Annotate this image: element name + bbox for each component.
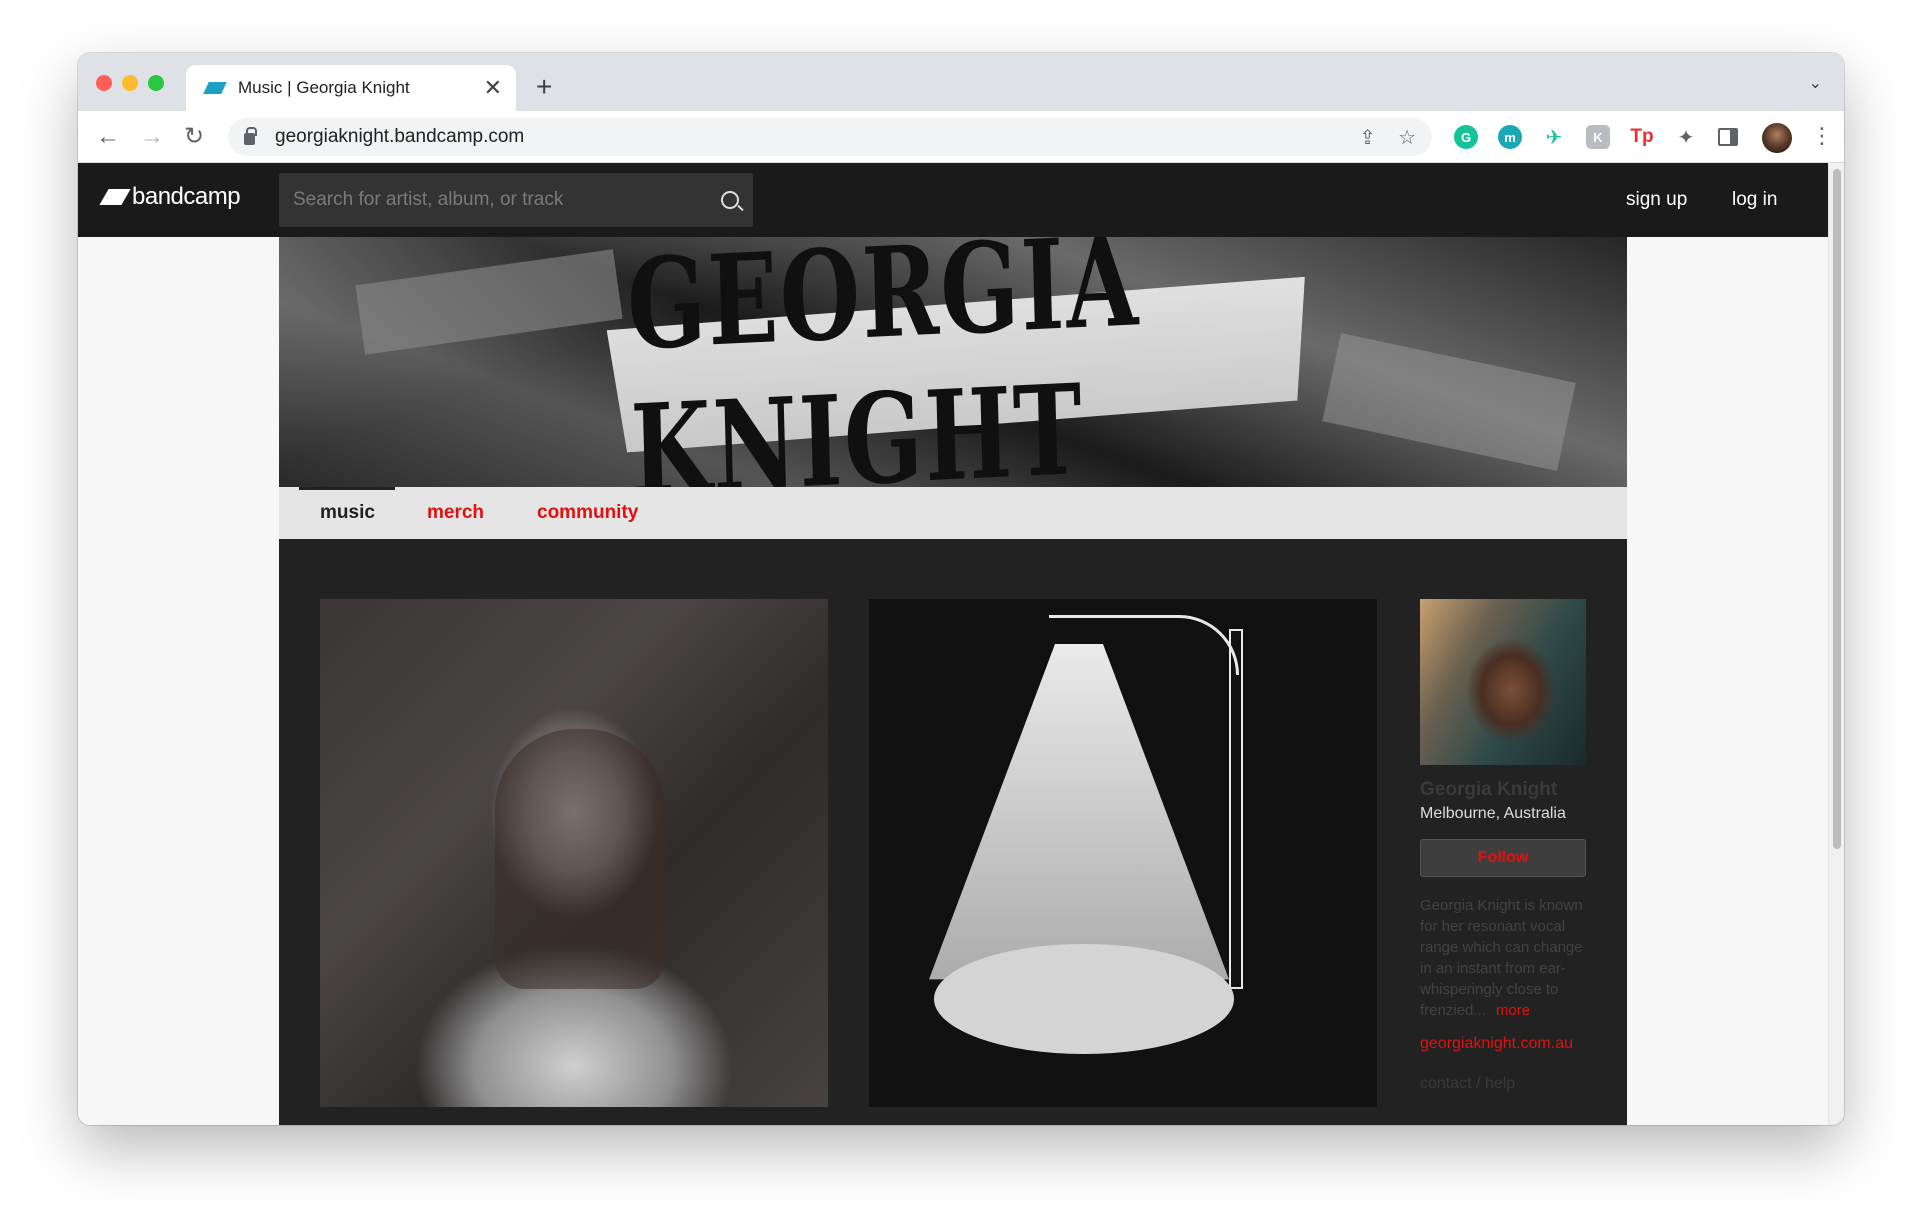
album-cover-portrait[interactable] (320, 599, 828, 1107)
grammarly-icon[interactable]: G (1454, 125, 1478, 149)
browser-tab-active[interactable]: Music | Georgia Knight ✕ (186, 65, 516, 111)
tab-search-chevron-icon[interactable]: ⌄ (1809, 73, 1822, 93)
address-bar[interactable]: georgiaknight.bandcamp.com ⇪ ☆ (228, 118, 1432, 156)
page-viewport: bandcamp sign up log in GEORGIA KNIGHT m… (78, 163, 1844, 1125)
log-in-link[interactable]: log in (1732, 189, 1777, 211)
tab-music[interactable]: music (320, 502, 375, 524)
banner-collage-shard (1322, 333, 1576, 471)
new-tab-button[interactable]: + (536, 71, 552, 103)
forward-button[interactable]: → (140, 123, 164, 151)
share-icon[interactable]: ⇪ (1359, 125, 1376, 150)
bandcamp-logo-icon (99, 189, 131, 205)
album-cover-streetlight[interactable] (869, 599, 1377, 1107)
back-button[interactable]: ← (96, 123, 120, 151)
bandcamp-search (279, 173, 753, 227)
artist-sidebar: Georgia Knight Melbourne, Australia Foll… (1420, 599, 1586, 1093)
bandcamp-header: bandcamp sign up log in (78, 163, 1828, 237)
artist-photo[interactable] (1420, 599, 1586, 765)
browser-menu-icon[interactable]: ⋮ (1811, 123, 1833, 149)
light-pool (934, 944, 1234, 1054)
scrollbar-thumb[interactable] (1833, 169, 1841, 849)
artist-website-link[interactable]: georgiaknight.com.au (1420, 1035, 1586, 1053)
lock-icon[interactable] (244, 127, 257, 145)
bandcamp-logo[interactable]: bandcamp (99, 183, 241, 211)
artist-bio-text: Georgia Knight is known for her resonant… (1420, 897, 1583, 1019)
active-tab-indicator (299, 487, 395, 490)
bookmark-star-icon[interactable]: ☆ (1398, 125, 1416, 150)
tab-merch[interactable]: merch (427, 502, 484, 524)
maximize-window-button[interactable] (148, 75, 164, 91)
m-extension-icon[interactable]: m (1498, 125, 1522, 149)
bio-more-link[interactable]: more (1496, 1002, 1530, 1019)
artist-bio: Georgia Knight is known for her resonant… (1420, 895, 1586, 1021)
title-bar: Music | Georgia Knight ✕ + ⌄ (78, 53, 1844, 111)
url-text[interactable]: georgiaknight.bandcamp.com (275, 126, 1337, 148)
album-cover-figure (495, 729, 665, 989)
reload-button[interactable]: ↻ (184, 123, 204, 151)
contact-help-link[interactable]: contact / help (1420, 1075, 1586, 1093)
artist-banner[interactable]: GEORGIA KNIGHT (279, 237, 1627, 487)
bandcamp-logo-text: bandcamp (132, 183, 241, 210)
close-window-button[interactable] (96, 75, 112, 91)
search-icon[interactable] (721, 191, 739, 209)
side-panel-icon[interactable] (1718, 128, 1738, 146)
bird-extension-icon[interactable]: ✈ (1542, 125, 1566, 149)
sign-up-link[interactable]: sign up (1626, 189, 1687, 211)
k-extension-icon[interactable]: K (1586, 125, 1610, 149)
bandcamp-favicon-icon (203, 82, 227, 94)
artist-nav: music merch community (279, 487, 1627, 539)
minimize-window-button[interactable] (122, 75, 138, 91)
artist-location: Melbourne, Australia (1420, 805, 1566, 822)
tab-close-icon[interactable]: ✕ (484, 77, 502, 99)
banner-collage-shard (355, 249, 623, 355)
artist-name[interactable]: Georgia Knight (1420, 779, 1586, 801)
streetlight-pole (1229, 629, 1243, 989)
search-input[interactable] (293, 189, 721, 211)
page-scrollbar[interactable] (1828, 163, 1844, 1125)
tab-title: Music | Georgia Knight (238, 78, 410, 97)
artist-page: GEORGIA KNIGHT music merch community Geo… (279, 237, 1627, 1125)
banner-title: GEORGIA KNIGHT (625, 237, 1142, 487)
profile-avatar[interactable] (1762, 123, 1792, 153)
follow-button[interactable]: Follow (1420, 839, 1586, 877)
tp-extension-icon[interactable]: Tp (1630, 125, 1654, 149)
browser-window: Music | Georgia Knight ✕ + ⌄ ← → ↻ georg… (78, 53, 1844, 1125)
browser-toolbar: ← → ↻ georgiaknight.bandcamp.com ⇪ ☆ G m… (78, 111, 1844, 163)
puzzle-icon[interactable]: ✦ (1674, 125, 1698, 149)
tab-community[interactable]: community (537, 502, 638, 524)
